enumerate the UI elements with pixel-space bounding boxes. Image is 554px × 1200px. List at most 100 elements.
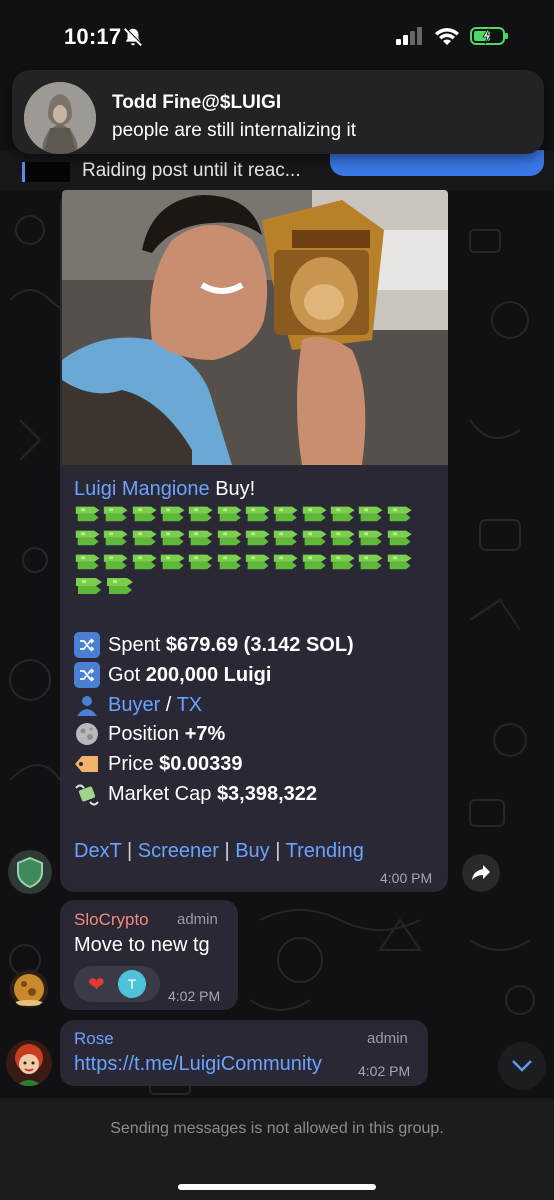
pinned-thumbnail xyxy=(22,162,70,182)
money-emoji-row xyxy=(74,526,414,550)
link-screener[interactable]: Screener xyxy=(138,840,219,862)
money-wings-icon xyxy=(359,530,383,546)
slocrypto-avatar[interactable] xyxy=(10,970,48,1008)
buyer-tx-separator: / xyxy=(160,693,177,716)
battery-charging-icon xyxy=(470,27,508,45)
stat-spent-value: $679.69 (3.142 SOL) xyxy=(165,633,354,656)
money-wings-icon xyxy=(104,554,128,570)
stat-position-value: +7% xyxy=(184,722,226,745)
person-icon xyxy=(74,692,100,718)
stat-position-label: Position xyxy=(108,722,185,745)
signal-icon xyxy=(396,27,422,45)
money-wings-icon xyxy=(359,554,383,570)
rose-avatar[interactable] xyxy=(6,1040,52,1086)
status-time: 10:17 xyxy=(64,24,122,49)
money-wings-icon xyxy=(160,506,185,522)
money-wings-icon xyxy=(302,506,327,522)
message-photo[interactable] xyxy=(62,190,448,465)
wifi-icon xyxy=(435,28,459,45)
stat-market-cap-label: Market Cap xyxy=(108,782,217,805)
money-wings-icon xyxy=(330,530,355,546)
money-emoji-row xyxy=(74,502,414,526)
link-dext[interactable]: DexT xyxy=(74,840,121,862)
message-title-suffix: Buy! xyxy=(209,478,256,500)
stat-got: Got 200,000 Luigi xyxy=(74,662,271,688)
shuffle-icon xyxy=(74,662,100,688)
status-bar: 10:17 xyxy=(0,0,554,70)
money-wings-icon xyxy=(302,530,327,546)
stat-spent: Spent $679.69 (3.142 SOL) xyxy=(74,632,354,658)
chevron-down-icon xyxy=(512,1060,532,1072)
money-wings-icon xyxy=(132,530,157,546)
money-wings-icon xyxy=(330,506,355,522)
money-wings-icon xyxy=(75,530,100,546)
money-wings-icon xyxy=(217,530,242,546)
notification-avatar xyxy=(24,82,96,154)
message-time: 4:02 PM xyxy=(168,988,221,1004)
stat-got-value: 200,000 Luigi xyxy=(145,663,272,686)
tx-link[interactable]: TX xyxy=(177,694,203,716)
money-wings-icon xyxy=(274,554,298,570)
money-wings-icon xyxy=(330,554,355,570)
stat-price: Price $0.00339 xyxy=(74,751,243,777)
flying-money-icon xyxy=(74,781,100,807)
stat-got-label: Got xyxy=(108,663,146,686)
stat-buyer-tx: Buyer / TX xyxy=(74,692,202,718)
money-wings-icon xyxy=(160,530,185,546)
money-wings-icon xyxy=(132,506,157,522)
silent-bell-icon xyxy=(123,27,143,47)
money-wings-icon xyxy=(245,554,270,570)
sender-role: admin xyxy=(177,911,218,928)
stat-market-cap-value: $3,398,322 xyxy=(216,782,318,805)
money-emoji-row xyxy=(74,574,414,598)
buyer-name-link[interactable]: Luigi Mangione xyxy=(74,478,210,500)
money-wings-icon xyxy=(274,506,298,522)
sender-role: admin xyxy=(367,1030,408,1047)
link-separator: | xyxy=(269,840,286,862)
link-buy[interactable]: Buy xyxy=(235,840,269,862)
notification-banner[interactable]: Todd Fine@$LUIGI people are still intern… xyxy=(12,70,544,154)
stat-price-value: $0.00339 xyxy=(159,752,243,775)
shuffle-icon xyxy=(74,632,100,658)
bot-avatar[interactable] xyxy=(8,850,52,894)
message-text: Move to new tg xyxy=(74,934,210,956)
stat-spent-label: Spent xyxy=(108,633,166,656)
money-wings-icon xyxy=(132,554,157,570)
money-wings-icon xyxy=(217,554,242,570)
money-wings-icon xyxy=(189,506,213,522)
community-link[interactable]: https://t.me/LuigiCommunity xyxy=(74,1053,322,1076)
heart-icon: ❤ xyxy=(88,974,105,996)
money-wings-icon xyxy=(75,554,100,570)
message-time: 4:00 PM xyxy=(380,870,433,886)
stat-price-label: Price xyxy=(108,752,160,775)
money-wings-icon xyxy=(75,506,100,522)
home-indicator[interactable] xyxy=(178,1184,376,1190)
money-wings-icon xyxy=(387,506,412,522)
money-wings-icon xyxy=(217,506,242,522)
sender-name[interactable]: SloCrypto xyxy=(74,910,149,930)
money-wings-icon xyxy=(160,554,185,570)
footer-notice: Sending messages is not allowed in this … xyxy=(110,1120,444,1137)
price-tag-icon xyxy=(74,751,100,777)
money-wings-icon xyxy=(189,554,213,570)
money-emoji-grid xyxy=(74,502,414,598)
pinned-message-text: Raiding post until it reac... xyxy=(82,160,301,181)
link-trending[interactable]: Trending xyxy=(286,840,364,862)
money-wings-icon xyxy=(359,506,383,522)
stat-market-cap: Market Cap $3,398,322 xyxy=(74,781,317,807)
link-separator: | xyxy=(218,840,236,862)
reaction-avatar: T xyxy=(118,970,146,998)
money-wings-icon xyxy=(245,530,270,546)
money-wings-icon xyxy=(387,530,412,546)
message-time: 4:02 PM xyxy=(358,1063,411,1079)
money-wings-icon xyxy=(245,506,270,522)
message-links: DexT | Screener | Buy | Trending xyxy=(74,840,364,863)
buyer-link[interactable]: Buyer xyxy=(108,694,160,716)
money-wings-icon xyxy=(387,554,412,570)
forward-button[interactable] xyxy=(462,854,500,892)
sender-name[interactable]: Rose xyxy=(74,1029,114,1049)
money-emoji-row xyxy=(74,550,414,574)
reaction-chip[interactable] xyxy=(74,966,160,1002)
money-wings-icon xyxy=(104,506,128,522)
scroll-down-button[interactable] xyxy=(498,1042,546,1090)
